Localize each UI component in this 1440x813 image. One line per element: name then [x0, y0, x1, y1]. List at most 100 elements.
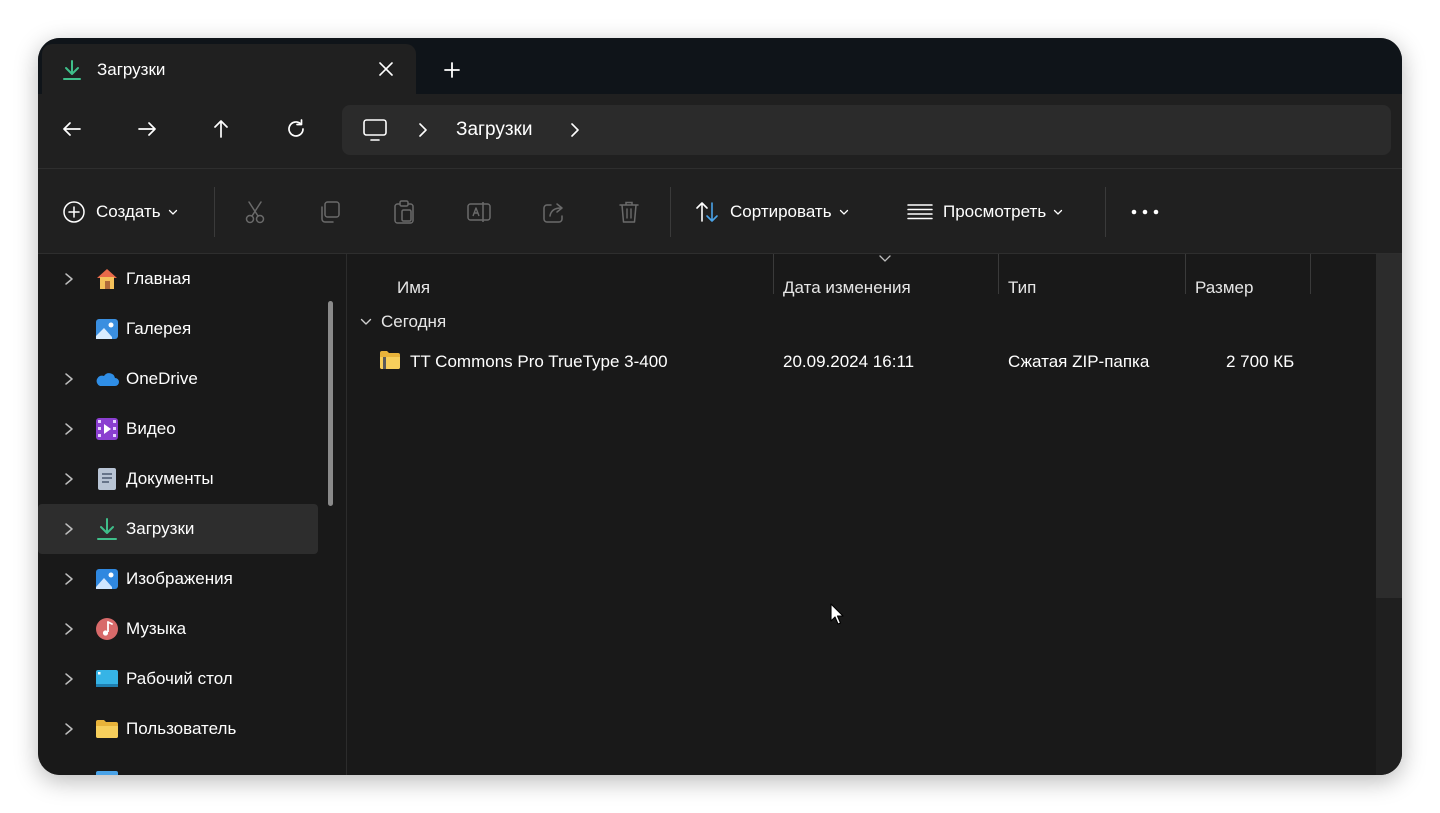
download-icon — [97, 518, 117, 540]
column-header-type[interactable]: Тип — [1008, 278, 1036, 298]
column-header-date[interactable]: Дата изменения — [783, 278, 911, 298]
chevron-right-icon[interactable] — [63, 371, 75, 387]
group-label: Сегодня — [381, 312, 447, 331]
sidebar-item-onedrive[interactable]: OneDrive — [38, 354, 318, 404]
chevron-down-icon — [168, 209, 177, 215]
close-icon[interactable] — [374, 57, 398, 81]
list-view-icon — [907, 204, 933, 220]
file-list: Имя Дата изменения Тип Размер Сегодня TT… — [347, 254, 1402, 775]
chevron-right-icon[interactable] — [63, 671, 75, 687]
music-icon — [96, 618, 118, 640]
create-button[interactable]: Создать — [62, 199, 179, 225]
home-icon — [97, 269, 117, 289]
folder-icon — [96, 720, 118, 738]
sidebar-item-music[interactable]: Музыка — [38, 604, 318, 654]
column-header-name[interactable]: Имя — [397, 278, 430, 298]
group-header-today[interactable]: Сегодня — [359, 312, 446, 332]
sidebar-item-label: Рабочий стол — [126, 669, 233, 688]
sidebar-item-label: Изображения — [126, 569, 233, 588]
navigation-pane: Главная Галерея OneDrive Видео Документы… — [38, 254, 344, 775]
chevron-right-icon[interactable] — [63, 521, 75, 537]
file-name[interactable]: TT Commons Pro TrueType 3-400 — [410, 352, 668, 372]
zip-folder-icon — [380, 351, 400, 369]
address-bar[interactable]: Загрузки — [342, 105, 1391, 155]
sidebar-item-documents[interactable]: Документы — [38, 454, 318, 504]
toolbar-divider — [1105, 187, 1106, 237]
chevron-right-icon[interactable] — [63, 271, 75, 287]
video-icon — [96, 418, 118, 440]
computer-icon[interactable] — [362, 118, 388, 142]
sort-button[interactable]: Сортировать — [694, 199, 850, 225]
cut-icon[interactable] — [242, 199, 268, 225]
sidebar-item-label: Видео — [126, 419, 176, 438]
sidebar-item-user[interactable]: Пользователь — [38, 704, 318, 754]
chevron-down-icon — [1054, 209, 1063, 215]
sidebar-item-label: Галерея — [126, 319, 192, 338]
chevron-right-icon[interactable] — [63, 571, 75, 587]
file-size: 2 700 КБ — [1226, 352, 1295, 371]
share-icon[interactable] — [541, 199, 567, 225]
sidebar-item-label: Загрузки — [126, 519, 195, 538]
breadcrumb-downloads[interactable]: Загрузки — [456, 119, 532, 141]
toolbar-divider — [670, 187, 671, 237]
toolbar-divider — [214, 187, 215, 237]
chevron-down-icon — [839, 209, 848, 215]
arrow-up-icon[interactable] — [209, 117, 233, 141]
paste-icon[interactable] — [391, 199, 417, 225]
view-button[interactable]: Просмотреть — [907, 199, 1064, 225]
view-label: Просмотреть — [943, 202, 1047, 221]
table-row[interactable]: TT Commons Pro TrueType 3-400 20.09.2024… — [347, 344, 1367, 380]
documents-icon — [98, 468, 116, 490]
more-icon[interactable] — [1130, 199, 1160, 225]
chevron-right-icon[interactable] — [63, 621, 75, 637]
chevron-down-icon — [879, 255, 891, 262]
sidebar-item-partial[interactable] — [38, 758, 318, 775]
refresh-icon[interactable] — [284, 117, 308, 141]
column-header-size[interactable]: Размер — [1195, 278, 1253, 298]
arrow-right-icon[interactable] — [135, 117, 159, 141]
content-scrollbar-thumb[interactable] — [1376, 254, 1402, 598]
sidebar-item-home[interactable]: Главная — [38, 254, 318, 304]
file-explorer-window: Загрузки Загрузки Создать Сортировать Пр… — [38, 38, 1402, 775]
chevron-down-icon[interactable] — [359, 315, 373, 329]
file-type: Сжатая ZIP-папка — [1008, 352, 1150, 371]
chevron-right-icon[interactable] — [63, 721, 75, 737]
column-divider[interactable] — [998, 254, 999, 294]
chevron-right-icon[interactable] — [568, 122, 582, 138]
copy-icon[interactable] — [317, 199, 343, 225]
sidebar-item-desktop[interactable]: Рабочий стол — [38, 654, 318, 704]
computer-icon — [96, 771, 118, 775]
column-divider[interactable] — [1310, 254, 1311, 294]
sidebar-item-downloads[interactable]: Загрузки — [38, 504, 318, 554]
sort-icon — [696, 202, 718, 222]
sidebar-item-label: OneDrive — [126, 369, 198, 388]
sidebar-item-gallery[interactable]: Галерея — [38, 304, 318, 354]
mouse-cursor-icon — [830, 603, 844, 625]
desktop-icon — [96, 670, 118, 687]
plus-icon[interactable] — [440, 58, 464, 82]
column-divider[interactable] — [773, 254, 774, 294]
arrow-left-icon[interactable] — [60, 117, 84, 141]
tab-downloads[interactable]: Загрузки — [42, 44, 416, 94]
create-label: Создать — [96, 202, 161, 221]
chevron-right-icon[interactable] — [416, 122, 430, 138]
tab-title: Загрузки — [97, 60, 166, 79]
onedrive-icon — [96, 373, 119, 386]
command-bar: Создать Сортировать Просмотреть — [38, 168, 1402, 254]
sidebar-item-label: Главная — [126, 269, 191, 288]
sidebar-scrollbar[interactable] — [328, 301, 333, 506]
sidebar-item-label: Музыка — [126, 619, 187, 638]
column-divider[interactable] — [1185, 254, 1186, 294]
delete-icon[interactable] — [616, 199, 642, 225]
navigation-bar: Загрузки — [38, 94, 1402, 168]
sort-label: Сортировать — [730, 202, 832, 221]
chevron-right-icon[interactable] — [63, 421, 75, 437]
rename-icon[interactable] — [466, 199, 492, 225]
download-icon — [63, 60, 81, 80]
sidebar-item-label: Пользователь — [126, 719, 237, 738]
add-circle-icon — [63, 201, 85, 223]
sidebar-item-pictures[interactable]: Изображения — [38, 554, 318, 604]
chevron-right-icon[interactable] — [63, 471, 75, 487]
sidebar-item-video[interactable]: Видео — [38, 404, 318, 454]
pictures-icon — [96, 569, 118, 589]
